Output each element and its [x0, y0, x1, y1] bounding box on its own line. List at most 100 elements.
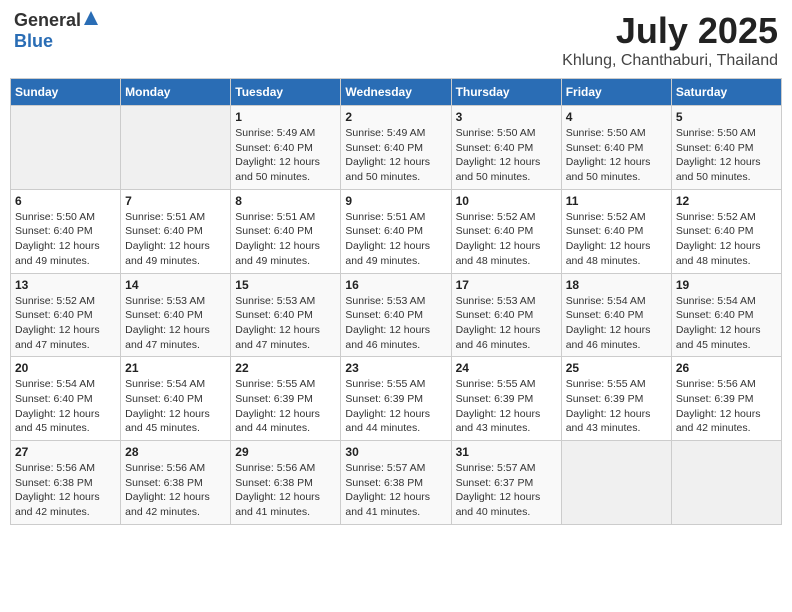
day-number: 9: [345, 194, 446, 208]
day-number: 30: [345, 445, 446, 459]
day-info: Sunrise: 5:54 AMSunset: 6:40 PMDaylight:…: [15, 377, 116, 436]
calendar-cell: 4Sunrise: 5:50 AMSunset: 6:40 PMDaylight…: [561, 106, 671, 190]
calendar-cell: 12 Sunrise: 5:52 AMSunset: 6:40 PMDayligh…: [671, 189, 781, 273]
calendar-cell: [671, 441, 781, 525]
day-info: Sunrise: 5:55 AMSunset: 6:39 PMDaylight:…: [566, 377, 667, 436]
calendar-cell: 11Sunrise: 5:52 AMSunset: 6:40 PMDayligh…: [561, 189, 671, 273]
calendar-cell: 27 Sunrise: 5:56 AMSunset: 6:38 PMDayligh…: [11, 441, 121, 525]
location-title: Khlung, Chanthaburi, Thailand: [562, 52, 778, 70]
calendar-cell: 9 Sunrise: 5:51 AMSunset: 6:40 PMDaylight…: [341, 189, 451, 273]
day-number: 6: [15, 194, 116, 208]
title-section: July 2025 Khlung, Chanthaburi, Thailand: [562, 10, 778, 70]
calendar-cell: [11, 106, 121, 190]
day-info: Sunrise: 5:54 AMSunset: 6:40 PMDaylight:…: [125, 377, 226, 436]
calendar-cell: 14Sunrise: 5:53 AMSunset: 6:40 PMDayligh…: [121, 273, 231, 357]
weekday-header-saturday: Saturday: [671, 79, 781, 106]
day-info: Sunrise: 5:57 AMSunset: 6:38 PMDaylight:…: [345, 461, 446, 520]
logo-triangle: [83, 10, 99, 31]
calendar-cell: 30 Sunrise: 5:57 AMSunset: 6:38 PMDayligh…: [341, 441, 451, 525]
day-info: Sunrise: 5:55 AMSunset: 6:39 PMDaylight:…: [345, 377, 446, 436]
day-number: 10: [456, 194, 557, 208]
day-number: 27: [15, 445, 116, 459]
logo-general: General: [14, 10, 81, 31]
day-number: 24: [456, 361, 557, 375]
calendar-cell: 13 Sunrise: 5:52 AMSunset: 6:40 PMDayligh…: [11, 273, 121, 357]
weekday-header-friday: Friday: [561, 79, 671, 106]
day-number: 19: [676, 278, 777, 292]
day-info: Sunrise: 5:49 AMSunset: 6:40 PMDaylight:…: [345, 126, 446, 185]
day-number: 8: [235, 194, 336, 208]
day-number: 5: [676, 110, 777, 124]
day-info: Sunrise: 5:50 AMSunset: 6:40 PMDaylight:…: [566, 126, 667, 185]
day-number: 12: [676, 194, 777, 208]
day-info: Sunrise: 5:57 AMSunset: 6:37 PMDaylight:…: [456, 461, 557, 520]
day-number: 31: [456, 445, 557, 459]
calendar-cell: 15 Sunrise: 5:53 AMSunset: 6:40 PMDayligh…: [231, 273, 341, 357]
day-info: Sunrise: 5:50 AMSunset: 6:40 PMDaylight:…: [456, 126, 557, 185]
day-info: Sunrise: 5:52 AMSunset: 6:40 PMDaylight:…: [15, 294, 116, 353]
day-number: 3: [456, 110, 557, 124]
calendar-cell: 16 Sunrise: 5:53 AMSunset: 6:40 PMDayligh…: [341, 273, 451, 357]
day-info: Sunrise: 5:53 AMSunset: 6:40 PMDaylight:…: [125, 294, 226, 353]
day-info: Sunrise: 5:49 AMSunset: 6:40 PMDaylight:…: [235, 126, 336, 185]
calendar-cell: 2 Sunrise: 5:49 AMSunset: 6:40 PMDaylight…: [341, 106, 451, 190]
weekday-header-wednesday: Wednesday: [341, 79, 451, 106]
calendar-cell: 23 Sunrise: 5:55 AMSunset: 6:39 PMDayligh…: [341, 357, 451, 441]
calendar-cell: 8 Sunrise: 5:51 AMSunset: 6:40 PMDaylight…: [231, 189, 341, 273]
day-info: Sunrise: 5:51 AMSunset: 6:40 PMDaylight:…: [345, 210, 446, 269]
day-number: 15: [235, 278, 336, 292]
day-info: Sunrise: 5:53 AMSunset: 6:40 PMDaylight:…: [456, 294, 557, 353]
day-number: 28: [125, 445, 226, 459]
header: General Blue July 2025 Khlung, Chanthabu…: [10, 10, 782, 70]
calendar-cell: [121, 106, 231, 190]
day-info: Sunrise: 5:51 AMSunset: 6:40 PMDaylight:…: [235, 210, 336, 269]
calendar-cell: 24 Sunrise: 5:55 AMSunset: 6:39 PMDayligh…: [451, 357, 561, 441]
day-info: Sunrise: 5:56 AMSunset: 6:38 PMDaylight:…: [235, 461, 336, 520]
calendar-cell: 29 Sunrise: 5:56 AMSunset: 6:38 PMDayligh…: [231, 441, 341, 525]
day-info: Sunrise: 5:50 AMSunset: 6:40 PMDaylight:…: [676, 126, 777, 185]
day-number: 26: [676, 361, 777, 375]
calendar-cell: 22 Sunrise: 5:55 AMSunset: 6:39 PMDayligh…: [231, 357, 341, 441]
day-number: 18: [566, 278, 667, 292]
day-info: Sunrise: 5:53 AMSunset: 6:40 PMDaylight:…: [345, 294, 446, 353]
logo: General Blue: [14, 10, 99, 52]
day-info: Sunrise: 5:55 AMSunset: 6:39 PMDaylight:…: [456, 377, 557, 436]
calendar: SundayMondayTuesdayWednesdayThursdayFrid…: [10, 78, 782, 525]
weekday-header-thursday: Thursday: [451, 79, 561, 106]
day-number: 17: [456, 278, 557, 292]
day-info: Sunrise: 5:54 AMSunset: 6:40 PMDaylight:…: [566, 294, 667, 353]
day-number: 23: [345, 361, 446, 375]
day-number: 7: [125, 194, 226, 208]
calendar-cell: 7 Sunrise: 5:51 AMSunset: 6:40 PMDaylight…: [121, 189, 231, 273]
day-number: 29: [235, 445, 336, 459]
calendar-cell: 26 Sunrise: 5:56 AMSunset: 6:39 PMDayligh…: [671, 357, 781, 441]
day-info: Sunrise: 5:56 AMSunset: 6:39 PMDaylight:…: [676, 377, 777, 436]
calendar-cell: 25Sunrise: 5:55 AMSunset: 6:39 PMDayligh…: [561, 357, 671, 441]
day-number: 11: [566, 194, 667, 208]
day-info: Sunrise: 5:52 AMSunset: 6:40 PMDaylight:…: [456, 210, 557, 269]
calendar-cell: 3 Sunrise: 5:50 AMSunset: 6:40 PMDaylight…: [451, 106, 561, 190]
month-title: July 2025: [562, 10, 778, 52]
calendar-cell: 21 Sunrise: 5:54 AMSunset: 6:40 PMDayligh…: [121, 357, 231, 441]
day-number: 20: [15, 361, 116, 375]
calendar-cell: 10 Sunrise: 5:52 AMSunset: 6:40 PMDayligh…: [451, 189, 561, 273]
day-info: Sunrise: 5:53 AMSunset: 6:40 PMDaylight:…: [235, 294, 336, 353]
day-number: 2: [345, 110, 446, 124]
calendar-cell: 19 Sunrise: 5:54 AMSunset: 6:40 PMDayligh…: [671, 273, 781, 357]
day-info: Sunrise: 5:51 AMSunset: 6:40 PMDaylight:…: [125, 210, 226, 269]
day-info: Sunrise: 5:50 AMSunset: 6:40 PMDaylight:…: [15, 210, 116, 269]
day-info: Sunrise: 5:54 AMSunset: 6:40 PMDaylight:…: [676, 294, 777, 353]
day-info: Sunrise: 5:56 AMSunset: 6:38 PMDaylight:…: [15, 461, 116, 520]
calendar-cell: 28Sunrise: 5:56 AMSunset: 6:38 PMDayligh…: [121, 441, 231, 525]
calendar-cell: 6 Sunrise: 5:50 AMSunset: 6:40 PMDaylight…: [11, 189, 121, 273]
weekday-header-tuesday: Tuesday: [231, 79, 341, 106]
day-number: 16: [345, 278, 446, 292]
day-number: 22: [235, 361, 336, 375]
logo-blue: Blue: [14, 31, 53, 51]
calendar-cell: 17 Sunrise: 5:53 AMSunset: 6:40 PMDayligh…: [451, 273, 561, 357]
day-number: 21: [125, 361, 226, 375]
calendar-cell: 1Sunrise: 5:49 AMSunset: 6:40 PMDaylight…: [231, 106, 341, 190]
day-info: Sunrise: 5:52 AMSunset: 6:40 PMDaylight:…: [676, 210, 777, 269]
day-number: 13: [15, 278, 116, 292]
day-info: Sunrise: 5:55 AMSunset: 6:39 PMDaylight:…: [235, 377, 336, 436]
